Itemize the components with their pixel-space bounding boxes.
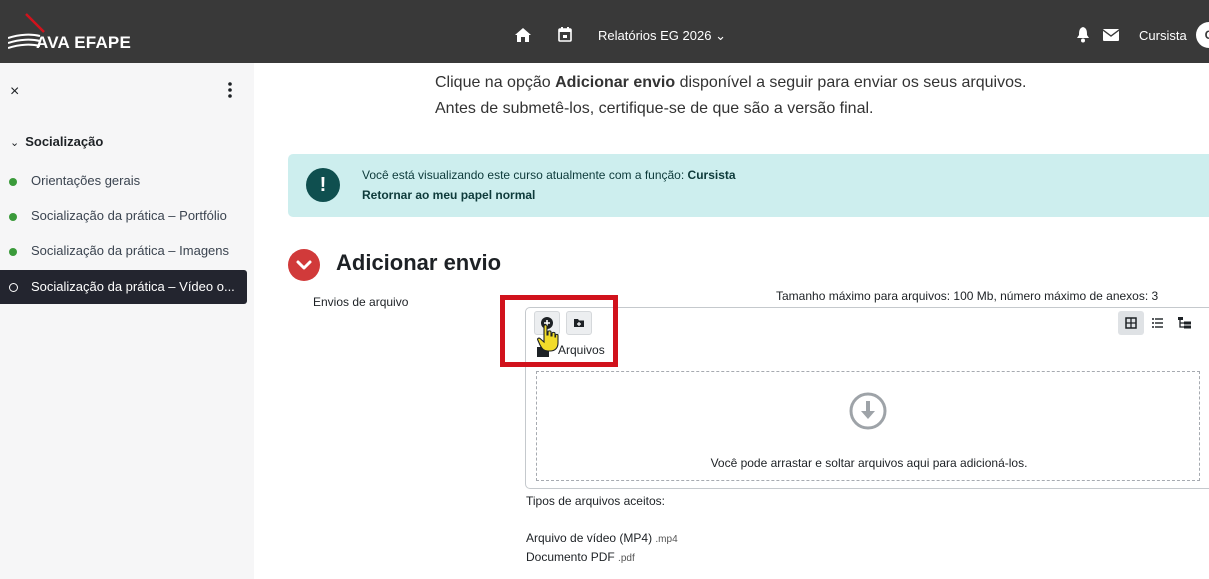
collapse-section-button[interactable] bbox=[288, 249, 320, 281]
dropzone-text: Você pode arrastar e soltar arquivos aqu… bbox=[710, 456, 1028, 470]
role-alert: ! Você está visualizando este curso atua… bbox=[288, 154, 1209, 217]
kebab-menu-icon[interactable] bbox=[225, 80, 235, 100]
avatar[interactable]: C bbox=[1196, 22, 1209, 48]
sidebar-item-portfolio[interactable]: Socialização da prática – Portfólio bbox=[0, 199, 247, 233]
intro-text: Clique na opção Adicionar envio disponív… bbox=[435, 74, 1026, 92]
close-drawer-button[interactable]: × bbox=[10, 83, 19, 101]
home-icon[interactable] bbox=[515, 28, 531, 42]
return-role-link[interactable]: Retornar ao meu papel normal bbox=[362, 188, 535, 202]
highlight-box bbox=[500, 295, 618, 367]
list-icon bbox=[1152, 318, 1163, 328]
accepted-type-item: Arquivo de vídeo (MP4) .mp4 bbox=[526, 531, 678, 545]
intro-bold: Adicionar envio bbox=[555, 74, 676, 91]
type-name: Documento PDF bbox=[526, 550, 615, 564]
alert-message: Você está visualizando este curso atualm… bbox=[362, 168, 736, 182]
sidebar-item-imagens[interactable]: Socialização da prática – Imagens bbox=[0, 234, 247, 268]
completion-dot-icon bbox=[9, 178, 17, 186]
user-name[interactable]: Cursista bbox=[1139, 28, 1187, 43]
file-submissions-label: Envios de arquivo bbox=[313, 295, 409, 309]
section-title: Adicionar envio bbox=[336, 250, 502, 275]
type-ext: .pdf bbox=[618, 553, 635, 564]
sidebar-item-label: Socialização da prática – Vídeo o... bbox=[31, 279, 235, 294]
sidebar-item-video[interactable]: Socialização da prática – Vídeo o... bbox=[0, 270, 247, 304]
chevron-down-icon bbox=[296, 260, 312, 270]
reports-menu-label: Relatórios EG 2026 bbox=[598, 28, 712, 43]
type-name: Arquivo de vídeo (MP4) bbox=[526, 531, 653, 545]
accepted-types-title: Tipos de arquivos aceitos: bbox=[526, 494, 665, 508]
bell-icon[interactable] bbox=[1076, 27, 1090, 43]
sidebar-item-orientacoes[interactable]: Orientações gerais bbox=[0, 164, 247, 198]
mail-icon[interactable] bbox=[1103, 29, 1119, 41]
grid-icon bbox=[1125, 317, 1137, 329]
tree-view-button[interactable] bbox=[1172, 311, 1198, 335]
list-view-button[interactable] bbox=[1145, 311, 1171, 335]
brand-name[interactable]: AVA EFAPE bbox=[36, 33, 131, 53]
max-size-info: Tamanho máximo para arquivos: 100 Mb, nú… bbox=[776, 289, 1159, 303]
accepted-type-item: Documento PDF .pdf bbox=[526, 550, 635, 564]
reports-menu[interactable]: Relatórios EG 2026 ⌄ bbox=[598, 28, 726, 44]
alert-text: Você está visualizando este curso atualm… bbox=[362, 168, 688, 182]
sidebar-section-socializacao[interactable]: ⌄ Socialização bbox=[10, 134, 103, 149]
tree-icon bbox=[1178, 317, 1191, 329]
grid-view-button[interactable] bbox=[1118, 311, 1144, 335]
sidebar-item-label: Orientações gerais bbox=[31, 173, 141, 188]
download-arrow-icon bbox=[849, 392, 887, 430]
course-index-drawer: × ⌄ Socialização Orientações gerais Socia… bbox=[0, 63, 254, 579]
intro-prefix: Clique na opção bbox=[435, 74, 556, 91]
sidebar-item-label: Socialização da prática – Imagens bbox=[31, 243, 230, 258]
calendar-icon[interactable] bbox=[558, 27, 572, 42]
sidebar-item-label: Socialização da prática – Portfólio bbox=[31, 208, 227, 223]
intro-suffix: disponível a seguir para enviar os seus … bbox=[675, 74, 1027, 91]
exclamation-icon: ! bbox=[306, 168, 340, 202]
completion-dot-icon bbox=[9, 213, 17, 221]
intro-text-line2: Antes de submetê-los, certifique-se de q… bbox=[435, 100, 874, 117]
type-ext: .mp4 bbox=[655, 534, 678, 545]
top-navbar: AVA EFAPE Relatórios EG 2026 ⌄ Cursista … bbox=[0, 0, 1209, 63]
sidebar-section-label: Socialização bbox=[25, 134, 104, 149]
completion-dot-icon bbox=[9, 248, 17, 256]
alert-role: Cursista bbox=[687, 168, 736, 182]
chevron-down-icon: ⌄ bbox=[10, 137, 20, 149]
incomplete-circle-icon bbox=[9, 283, 18, 292]
hand-cursor-icon bbox=[537, 324, 559, 352]
chevron-down-icon: ⌄ bbox=[715, 28, 726, 43]
